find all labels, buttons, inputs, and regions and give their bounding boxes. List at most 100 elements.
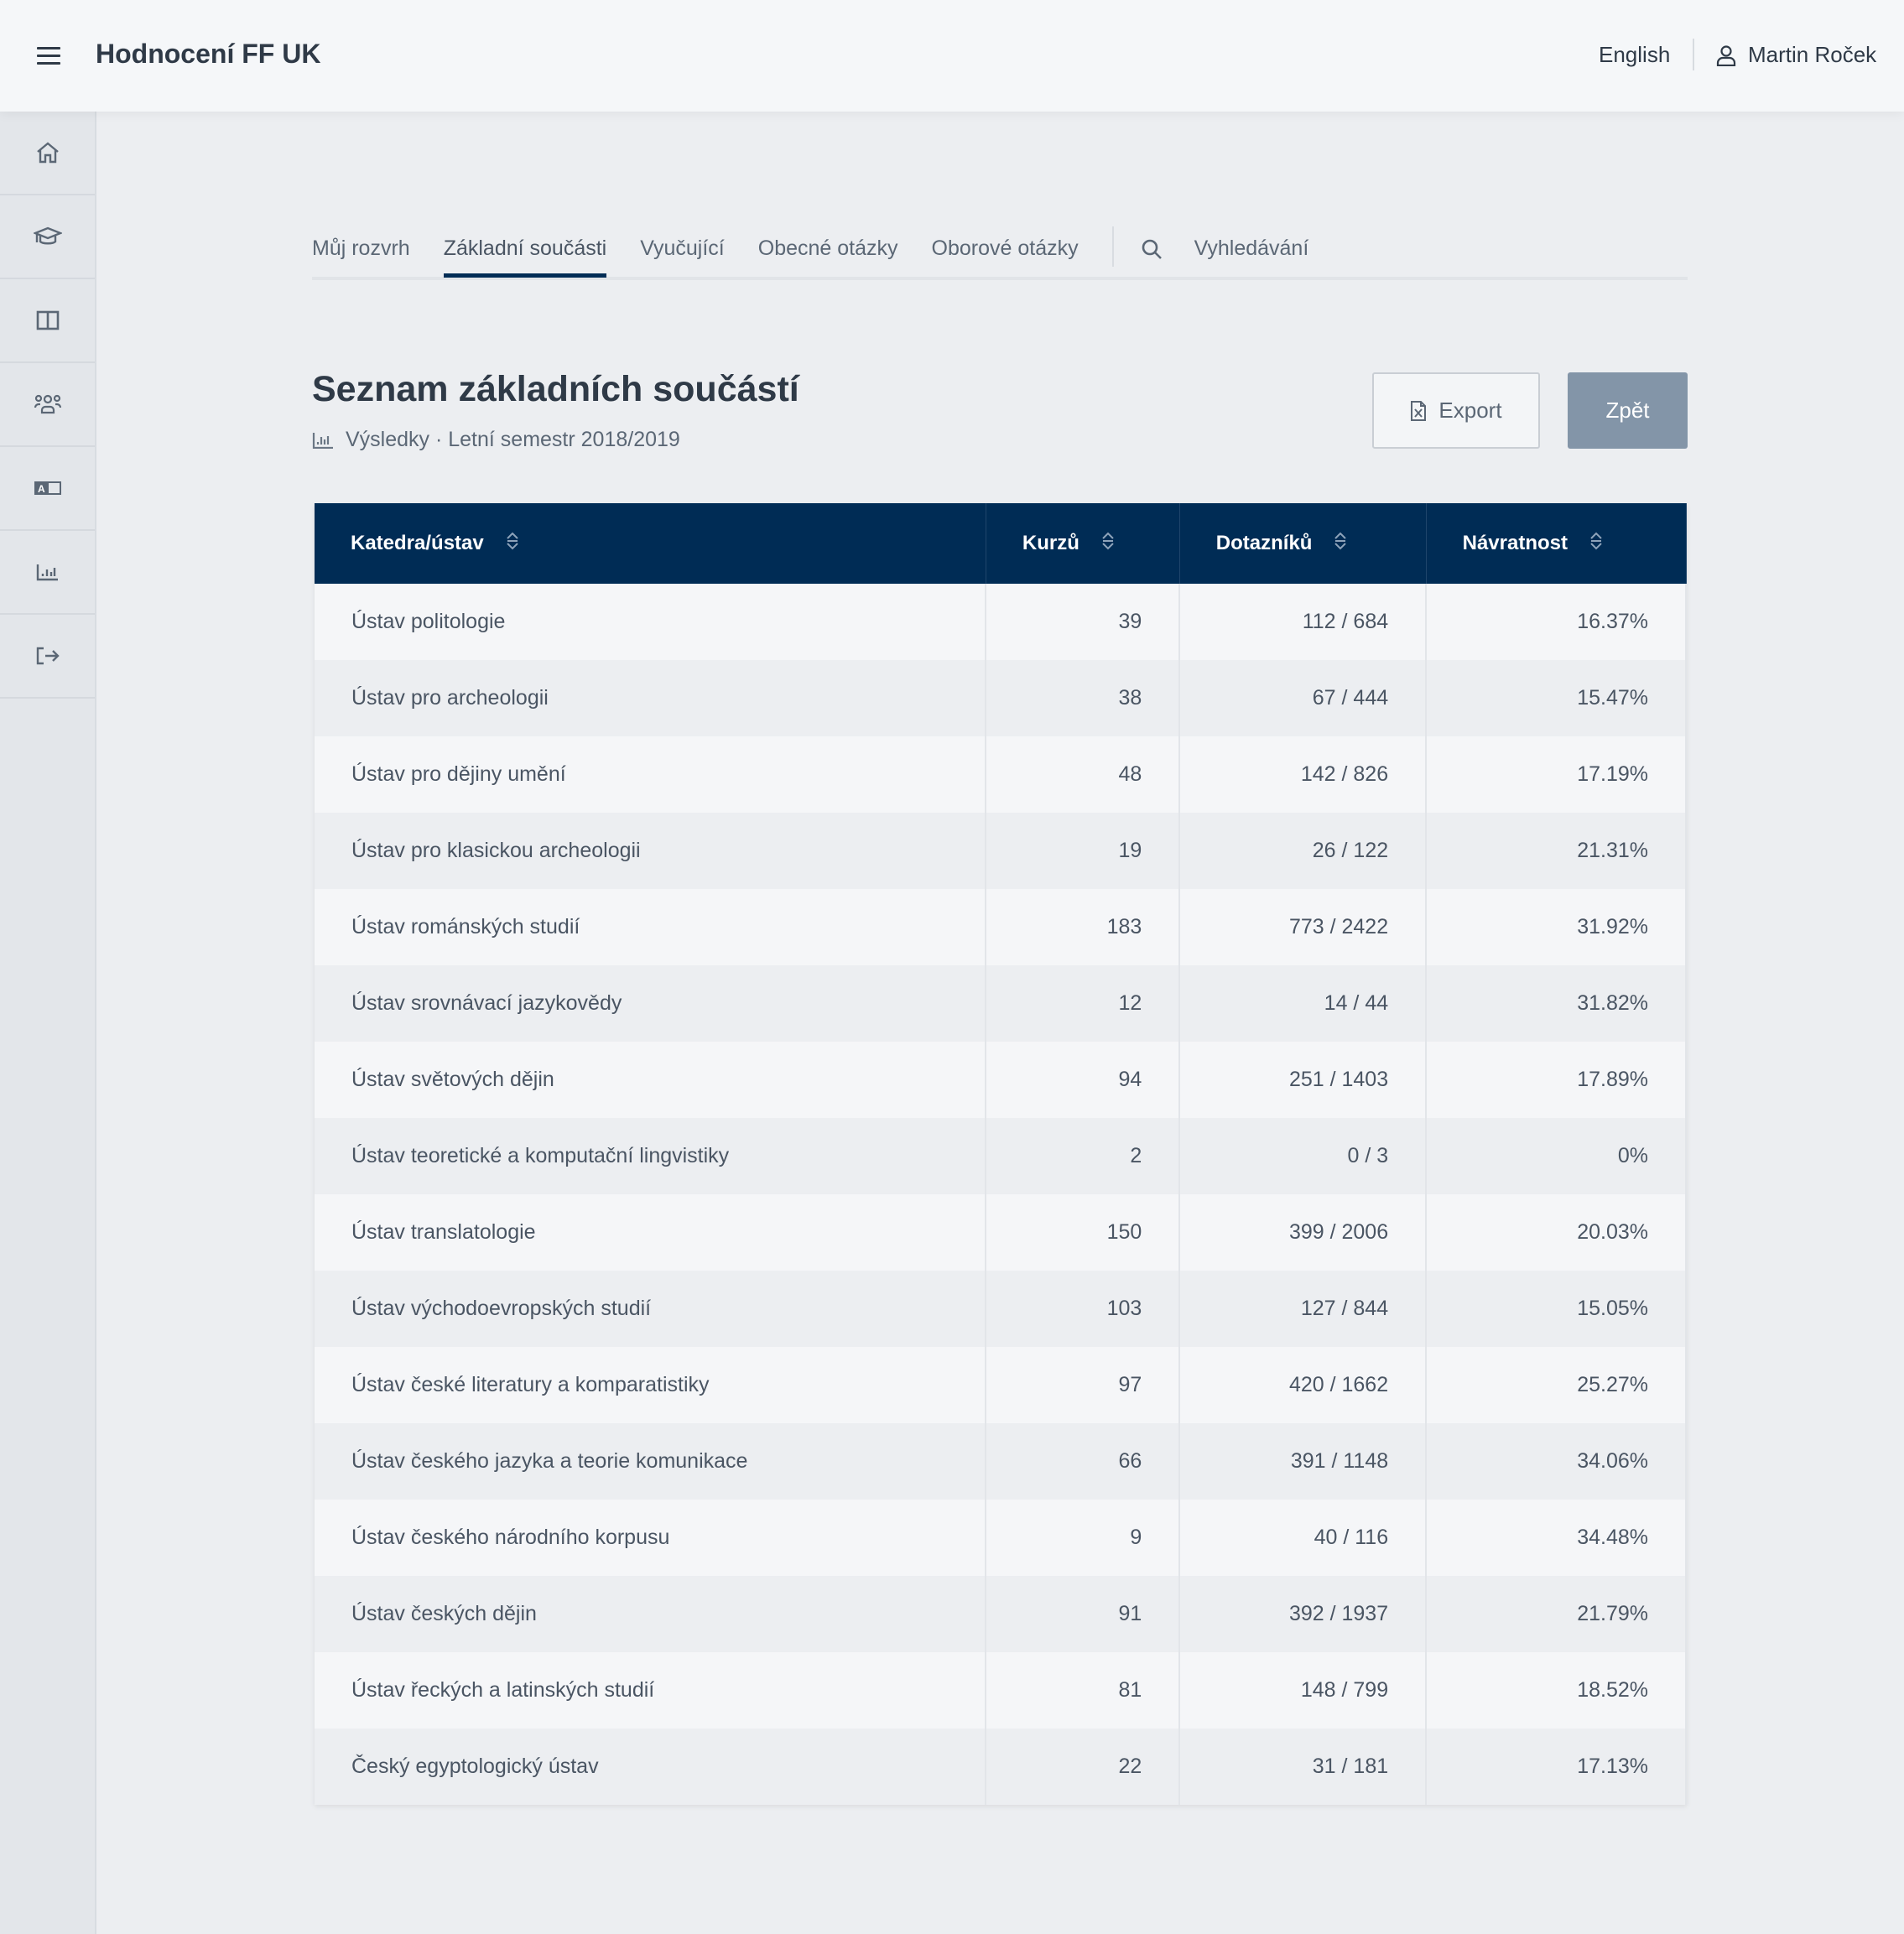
table-row[interactable]: Ústav českého jazyka a teorie komunikace… [315,1423,1687,1500]
column-header[interactable]: Dotazníků [1179,503,1427,584]
export-button[interactable]: Export [1372,372,1540,449]
table-row[interactable]: Ústav srovnávací jazykovědy 12 14 / 44 31.8… [315,965,1687,1042]
back-button[interactable]: Zpět [1568,372,1688,449]
table-row[interactable]: Ústav teoretické a komputační lingvistik… [315,1118,1687,1194]
user-name: Martin Roček [1748,42,1877,67]
courses-count: 94 [986,1042,1181,1118]
department-name[interactable]: Ústav českého národního korpusu [315,1500,987,1576]
questionnaires: 392 / 1937 [1179,1576,1428,1652]
department-name[interactable]: Ústav srovnávací jazykovědy [315,965,987,1042]
department-name[interactable]: Ústav českých dějin [315,1576,987,1652]
department-name[interactable]: Ústav pro archeologii [315,660,987,736]
sort-icon[interactable] [1334,531,1347,557]
divider [1111,226,1114,267]
hamburger-menu-icon[interactable] [37,47,60,65]
sidebar-item-translate[interactable]: A [0,447,95,531]
bar-chart-icon [312,432,333,449]
sidebar-item-teachers[interactable] [0,363,95,447]
table-row[interactable]: Ústav pro archeologii 38 67 / 444 15.47% [315,660,1687,736]
table-row[interactable]: Ústav světových dějin 94 251 / 1403 17.89% [315,1042,1687,1118]
page-title: Seznam základních součástí [312,369,799,409]
table-row[interactable]: Ústav českých dějin 91 392 / 1937 21.79% [315,1576,1687,1652]
courses-count: 9 [986,1500,1181,1576]
tab-zakladni-soucasti[interactable]: Základní součásti [443,226,606,278]
columns-icon [36,310,59,330]
department-name[interactable]: Ústav románských studií [315,889,987,965]
tab-muj-rozvrh[interactable]: Můj rozvrh [312,226,410,274]
svg-text:A: A [38,483,45,495]
sidebar-item-results[interactable] [0,531,95,615]
department-name[interactable]: Ústav politologie [315,584,987,660]
department-name[interactable]: Český egyptologický ústav [315,1729,987,1805]
response-rate: 25.27% [1426,1347,1687,1423]
questionnaires: 0 / 3 [1179,1118,1428,1194]
translate-icon: A [34,481,61,495]
questionnaires: 26 / 122 [1179,813,1428,889]
response-rate: 17.89% [1426,1042,1687,1118]
courses-count: 66 [986,1423,1181,1500]
table-row[interactable]: Ústav románských studií 183 773 / 2422 31.9… [315,889,1687,965]
response-rate: 0% [1426,1118,1687,1194]
department-name[interactable]: Ústav teoretické a komputační lingvistik… [315,1118,987,1194]
department-name[interactable]: Ústav světových dějin [315,1042,987,1118]
sidebar-item-logout[interactable] [0,615,95,699]
questionnaires: 112 / 684 [1179,584,1428,660]
courses-count: 22 [986,1729,1181,1805]
table-row[interactable]: Ústav českého národního korpusu 9 40 / 116… [315,1500,1687,1576]
table-row[interactable]: Ústav pro klasickou archeologii 19 26 / 12… [315,813,1687,889]
table-row[interactable]: Ústav české literatury a komparatistiky 9… [315,1347,1687,1423]
table-row[interactable]: Ústav řeckých a latinských studií 81 148 /… [315,1652,1687,1729]
department-name[interactable]: Ústav českého jazyka a teorie komunikace [315,1423,987,1500]
sidebar-item-courses[interactable] [0,195,95,279]
response-rate: 15.05% [1426,1271,1687,1347]
sidebar-item-home[interactable] [0,112,95,195]
response-rate: 34.06% [1426,1423,1687,1500]
response-rate: 34.48% [1426,1500,1687,1576]
tab-search[interactable]: Vyhledávání [1141,226,1308,274]
response-rate: 15.47% [1426,660,1687,736]
sort-icon[interactable] [506,531,519,557]
questionnaires: 127 / 844 [1179,1271,1428,1347]
courses-count: 150 [986,1194,1181,1271]
language-switch[interactable]: English [1599,42,1670,68]
department-name[interactable]: Ústav pro dějiny umění [315,736,987,813]
sidebar-item-layout[interactable] [0,279,95,363]
subtitle-text: Výsledky · Letní semestr 2018/2019 [346,428,680,451]
questionnaires: 14 / 44 [1179,965,1428,1042]
tab-oborove-otazky[interactable]: Oborové otázky [932,226,1079,274]
department-name[interactable]: Ústav translatologie [315,1194,987,1271]
table-row[interactable]: Ústav pro dějiny umění 48 142 / 826 17.19% [315,736,1687,813]
response-rate: 21.31% [1426,813,1687,889]
column-header[interactable]: Návratnost [1426,503,1687,584]
column-label: Návratnost [1462,531,1568,554]
user-menu[interactable]: Martin Roček [1716,42,1876,68]
response-rate: 17.19% [1426,736,1687,813]
logout-icon [36,647,60,665]
export-label: Export [1438,398,1502,423]
sort-icon[interactable] [1589,531,1603,557]
questionnaires: 773 / 2422 [1179,889,1428,965]
bar-chart-icon [36,564,58,581]
column-label: Katedra/ústav [351,531,484,554]
table-row[interactable]: Ústav translatologie 150 399 / 2006 20.03% [315,1194,1687,1271]
tab-obecne-otazky[interactable]: Obecné otázky [758,226,898,274]
sort-icon[interactable] [1101,531,1115,557]
department-name[interactable]: Ústav východoevropských studií [315,1271,987,1347]
column-header[interactable]: Katedra/ústav [315,503,986,584]
questionnaires: 67 / 444 [1179,660,1428,736]
response-rate: 31.82% [1426,965,1687,1042]
table-row[interactable]: Ústav politologie 39 112 / 684 16.37% [315,584,1687,660]
department-name[interactable]: Ústav pro klasickou archeologii [315,813,987,889]
top-bar: Hodnocení FF UK English Martin Roček [0,0,1904,112]
courses-count: 19 [986,813,1181,889]
table-row[interactable]: Český egyptologický ústav 22 31 / 181 17.13… [315,1729,1687,1805]
graduation-cap-icon [33,226,62,245]
department-name[interactable]: Ústav řeckých a latinských studií [315,1652,987,1729]
department-name[interactable]: Ústav české literatury a komparatistiky [315,1347,987,1423]
courses-count: 38 [986,660,1181,736]
app-title[interactable]: Hodnocení FF UK [96,39,320,70]
table-row[interactable]: Ústav východoevropských studií 103 127 / 8… [315,1271,1687,1347]
tab-vyucujici[interactable]: Vyučující [640,226,725,274]
column-header[interactable]: Kurzů [986,503,1180,584]
courses-count: 183 [986,889,1181,965]
